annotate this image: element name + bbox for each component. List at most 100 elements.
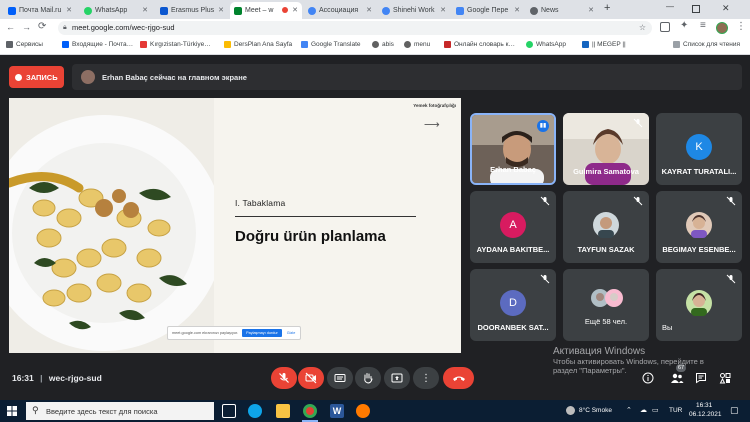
close-window-button[interactable]: ✕ — [722, 3, 730, 14]
participant-tile-erhan[interactable]: ▮▮ Erhan Babaç — [470, 113, 556, 185]
stop-sharing-button[interactable]: Paylaşmayı durdur — [242, 329, 282, 337]
close-tab-icon[interactable]: ✕ — [66, 6, 72, 14]
taskbar-clock-time[interactable]: 16:31 — [696, 402, 712, 409]
tab-erasmus[interactable]: Erasmus Plus ✕ — [156, 2, 228, 19]
participant-name: KAYRAT TURATALI... — [661, 167, 737, 176]
bookmark-abis[interactable]: abis — [372, 41, 394, 48]
captions-button[interactable] — [327, 367, 353, 389]
participant-tile-self[interactable]: Вы — [656, 269, 742, 341]
close-tab-icon[interactable]: ✕ — [440, 6, 446, 14]
bookmark-dersplan[interactable]: DersPlan Ana Sayfa — [224, 41, 292, 48]
tab-mail[interactable]: Почта Mail.ru ✕ — [4, 2, 76, 19]
more-vert-icon: ⋮ — [421, 372, 431, 384]
menu-kebab-icon[interactable]: ⋮ — [736, 21, 746, 32]
hide-notice-button[interactable]: Gizle — [287, 331, 296, 335]
participant-tile-gulmira[interactable]: Gulmira Samatova — [563, 113, 649, 185]
meet-favicon-icon — [234, 6, 242, 15]
presented-slide: Yemek fotoğrafçılığı ⟶ I. Tabaklama Doğr… — [9, 98, 461, 353]
camera-toggle-button[interactable] — [298, 367, 324, 389]
close-tab-icon[interactable]: ✕ — [588, 6, 594, 14]
speaking-indicator-icon: ▮▮ — [537, 120, 549, 132]
onedrive-icon[interactable]: ☁ — [640, 406, 647, 414]
network-icon[interactable]: ▭ — [652, 406, 659, 414]
edge-icon[interactable] — [248, 404, 262, 418]
close-tab-icon[interactable]: ✕ — [292, 6, 298, 14]
bookmark-dictionary[interactable]: Онлайн словарь к… — [444, 41, 515, 48]
tab-meet[interactable]: Meet – w ✕ — [230, 2, 302, 19]
record-dot-icon — [15, 73, 22, 81]
participant-tile-tayfun[interactable]: TAYFUN SAZAK — [563, 191, 649, 263]
file-explorer-icon[interactable] — [276, 404, 290, 418]
close-tab-icon[interactable]: ✕ — [366, 6, 372, 14]
participant-initial-avatar: A — [500, 212, 526, 238]
tab-label: Ассоциация — [319, 7, 359, 14]
forward-icon[interactable]: → — [22, 22, 31, 32]
firefox-icon[interactable] — [356, 404, 370, 418]
bookmark-menu[interactable]: menu — [404, 41, 430, 48]
bookmark-translate[interactable]: Google Translate — [301, 41, 361, 48]
presenting-banner: Erhan Babaç сейчас на главном экране — [72, 64, 742, 90]
bookmark-apps[interactable]: Сервисы — [6, 41, 43, 48]
pasta-photo — [9, 98, 214, 353]
search-icon: ⚲ — [32, 405, 39, 415]
taskbar-clock-date[interactable]: 06.12.2021 — [689, 411, 722, 418]
chrome-icon[interactable] — [303, 404, 317, 418]
back-icon[interactable]: ← — [6, 22, 15, 32]
tab-shinehi[interactable]: Shinehi Work ✕ — [378, 2, 450, 19]
bookmark-whatsapp[interactable]: WhatsApp — [526, 41, 566, 48]
participant-tile-dooranbek[interactable]: D DOORANBEK SAT... — [470, 269, 556, 341]
taskbar-search-box[interactable]: ⚲ Введите здесь текст для поиска — [26, 402, 214, 420]
minimize-window-button[interactable]: — — [666, 2, 674, 11]
bookmark-star-icon[interactable]: ☆ — [639, 21, 646, 35]
participant-tile-aydana[interactable]: A AYDANA BAKITBE... — [470, 191, 556, 263]
tab-whatsapp[interactable]: WhatsApp ✕ — [80, 2, 152, 19]
windows-start-icon[interactable] — [7, 406, 17, 416]
activities-button[interactable] — [718, 371, 732, 385]
meeting-details-button[interactable] — [641, 371, 655, 385]
bookmark-label: menu — [414, 41, 431, 48]
tab-news[interactable]: News ✕ — [526, 2, 598, 19]
reading-list[interactable]: Список для чтения — [673, 41, 740, 48]
tab-translate[interactable]: Google Пере ✕ — [452, 2, 524, 19]
tray-overflow-icon[interactable]: ⌃ — [626, 406, 632, 414]
task-view-icon[interactable] — [222, 404, 236, 418]
tab-association[interactable]: Ассоциация ✕ — [304, 2, 376, 19]
chat-button[interactable] — [694, 371, 708, 385]
leave-call-button[interactable] — [443, 367, 474, 389]
bookmark-megep[interactable]: || MEGEP || — [582, 41, 626, 48]
close-tab-icon[interactable]: ✕ — [514, 6, 520, 14]
reload-icon[interactable]: ⟳ — [38, 21, 46, 32]
new-tab-button[interactable]: + — [604, 2, 610, 14]
word-icon[interactable]: W — [330, 404, 344, 418]
microphone-toggle-button[interactable] — [271, 367, 297, 389]
notification-icon[interactable]: ▢ — [730, 405, 739, 416]
camera-icon[interactable] — [660, 22, 670, 32]
extensions-icon[interactable]: ✦ — [680, 20, 688, 31]
more-options-button[interactable]: ⋮ — [413, 367, 439, 389]
recording-badge[interactable]: ЗАПИСЬ — [9, 66, 64, 88]
maximize-window-button[interactable] — [692, 5, 700, 13]
info-icon — [642, 372, 654, 384]
people-button[interactable]: 67 — [670, 364, 687, 385]
raise-hand-button[interactable] — [355, 367, 381, 389]
address-bar[interactable]: 🔒︎ meet.google.com/wec-rjgo-sud ☆ — [58, 21, 652, 35]
more-participants-tile[interactable]: Ещё 58 чел. — [563, 269, 649, 341]
participant-tile-begimay[interactable]: BEGIMAY ESENBE... — [656, 191, 742, 263]
bookmark-mail[interactable]: Входящие - Почта… — [62, 41, 133, 48]
activities-icon — [719, 373, 731, 384]
input-language[interactable]: TUR — [669, 407, 682, 414]
page-icon — [444, 41, 451, 48]
meeting-code: wec-rjgo-sud — [48, 373, 102, 383]
share-notice-text: meet.google.com ekranınızı paylaşıyor. — [172, 331, 239, 335]
weather-text[interactable]: 8°C Smoke — [579, 407, 612, 414]
bookmark-kirgizistan[interactable]: Kırgızistan-Türkiye… — [140, 41, 211, 48]
close-tab-icon[interactable]: ✕ — [142, 6, 148, 14]
profile-avatar[interactable] — [716, 22, 728, 34]
participant-tile-kayrat[interactable]: K KAYRAT TURATALI... — [656, 113, 742, 185]
participant-name: Вы — [662, 323, 673, 332]
close-tab-icon[interactable]: ✕ — [218, 6, 224, 14]
google-favicon-icon — [382, 6, 390, 15]
bookmark-label: Онлайн словарь к… — [454, 41, 515, 48]
present-screen-button[interactable] — [384, 367, 410, 389]
reading-mode-icon[interactable]: ≡ — [700, 20, 706, 31]
